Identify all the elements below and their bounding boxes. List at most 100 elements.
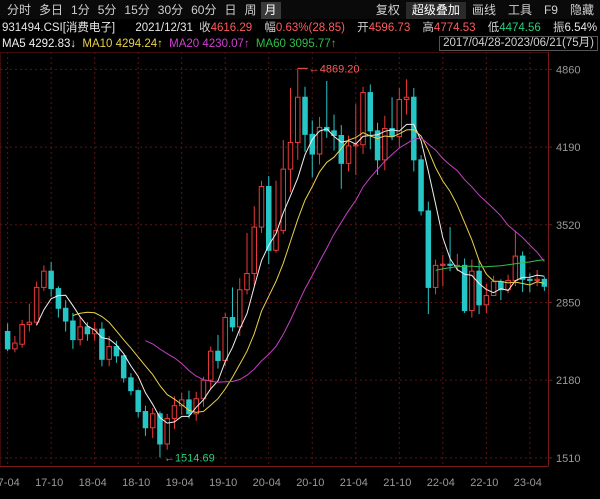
candle-body (26, 321, 33, 326)
y-tick-label: 2180 (556, 375, 580, 387)
candle-body (418, 159, 424, 212)
x-tick-label: 17-10 (35, 477, 63, 489)
candle-body (367, 92, 374, 132)
candle-body (186, 399, 192, 415)
candle-body (142, 410, 149, 429)
low-annotation: ←1514.69 (164, 452, 215, 464)
candlestick-chart[interactable]: 1510 2180 2850 3520 4190 4860 17-04 17-10 18-04 1… (0, 52, 600, 499)
y-tick-label: 4860 (556, 64, 580, 76)
candle-body (244, 272, 250, 291)
tool-button-4[interactable]: F9 (538, 2, 564, 19)
tool-button-0[interactable]: 复权 (370, 2, 406, 19)
candle-body (512, 255, 519, 281)
candle-body (236, 289, 243, 328)
candle-body (19, 324, 25, 345)
amplitude-label: 振 (552, 22, 565, 34)
x-tick-label: 21-04 (340, 477, 368, 489)
candle-body (84, 326, 91, 335)
low-value: 4474.56 (499, 22, 541, 34)
candle-body (432, 264, 439, 288)
candle-body (41, 270, 47, 288)
y-tick-label: 4190 (556, 142, 580, 154)
tool-button-5[interactable]: 隐藏 (564, 2, 600, 19)
period-tab-2[interactable]: 1分 (67, 2, 94, 19)
quote-date: 2021/12/31 (135, 22, 193, 34)
ma5-label: MA5 4292.83↓ (2, 38, 77, 50)
candle-body (200, 379, 207, 400)
candle-body (265, 186, 272, 251)
period-tab-4[interactable]: 15分 (120, 2, 153, 19)
candle-body (171, 405, 178, 419)
low-label: 低 (487, 22, 500, 34)
y-tick-label: 2850 (556, 297, 580, 309)
candle-body (490, 281, 497, 297)
x-tick-label: 22-04 (427, 477, 455, 489)
y-tick-label: 3520 (556, 220, 580, 232)
ma20-line (145, 137, 545, 383)
tool-button-2[interactable]: 画线 (466, 2, 502, 19)
ma60-label: MA60 3095.77↑ (255, 38, 337, 50)
open-label: 开 (357, 22, 369, 34)
period-tab-9[interactable]: 月 (260, 2, 281, 19)
candle-body (353, 144, 359, 147)
tool-button-1[interactable]: 超级叠加 (405, 2, 466, 19)
period-tab-5[interactable]: 30分 (154, 2, 187, 19)
candle-body (229, 317, 236, 328)
change-value: 0.63%(28.85) (275, 22, 345, 34)
x-tick-label: 18-10 (122, 477, 150, 489)
candle-body (302, 96, 308, 135)
x-tick-label: 20-04 (253, 477, 281, 489)
y-tick-label: 1510 (556, 453, 580, 465)
candle-body (12, 342, 18, 350)
candle-body (4, 330, 11, 350)
candle-body (258, 186, 265, 228)
candle-body (128, 377, 134, 392)
high-annotation: ←4869.20 (309, 63, 360, 75)
close-label: 收 (199, 22, 211, 34)
period-tab-6[interactable]: 60分 (187, 2, 220, 19)
candle-body (382, 128, 388, 161)
x-tick-label: 19-10 (209, 477, 237, 489)
ma20-label: MA20 4230.07↑ (169, 38, 250, 50)
candle-body (113, 346, 120, 357)
period-tab-7[interactable]: 日 (220, 2, 240, 19)
candle-body (425, 210, 432, 288)
candle-body (55, 288, 62, 309)
candle-body (149, 413, 156, 429)
x-tick-label: 22-10 (470, 477, 498, 489)
candle-body (99, 328, 105, 360)
x-tick-label: 23-04 (514, 477, 542, 489)
candle-body (120, 355, 127, 379)
period-tab-8[interactable]: 周 (241, 2, 261, 19)
ma10-label: MA10 4294.24↑ (82, 38, 163, 50)
candle-body (483, 295, 490, 306)
x-tick-label: 19-04 (166, 477, 194, 489)
candle-body (207, 350, 214, 381)
candle-body (135, 390, 141, 412)
candle-body (280, 168, 287, 232)
tool-button-3[interactable]: 工具 (502, 2, 538, 19)
candle-body (461, 264, 468, 312)
period-tab-1[interactable]: 多日 (35, 2, 67, 19)
period-toolbar: 分时 多日 1分 5分 15分 30分 60分日周月 复权 超级叠加 画线 工具 F9 隐藏 (0, 0, 600, 19)
candle-body (222, 317, 228, 361)
x-tick-label: 17-04 (0, 477, 20, 489)
high-label: 高 (422, 22, 434, 34)
period-tab-0[interactable]: 分时 (3, 2, 35, 19)
open-value: 4596.73 (368, 22, 411, 34)
candle-body (476, 270, 482, 306)
x-tick-label: 21-10 (383, 477, 411, 489)
amplitude-value: 6.54% (564, 22, 598, 34)
candle-body (215, 350, 221, 361)
candle-body (106, 346, 112, 360)
candle-body (48, 270, 54, 290)
period-tabs: 分时 多日 1分 5分 15分 30分 60分日周月 (3, 2, 281, 19)
candle-body (534, 278, 540, 281)
x-tick-label: 18-04 (79, 477, 107, 489)
candle-body (70, 320, 76, 341)
index-code: 931494.CSI[消费电子] (2, 22, 116, 34)
date-range-selector[interactable]: 2017/04/28-2023/06/21(75月) (439, 36, 598, 51)
chart-tools: 复权 超级叠加 画线 工具 F9 隐藏 (370, 2, 600, 19)
period-tab-3[interactable]: 5分 (94, 2, 121, 19)
candle-body (338, 134, 345, 164)
